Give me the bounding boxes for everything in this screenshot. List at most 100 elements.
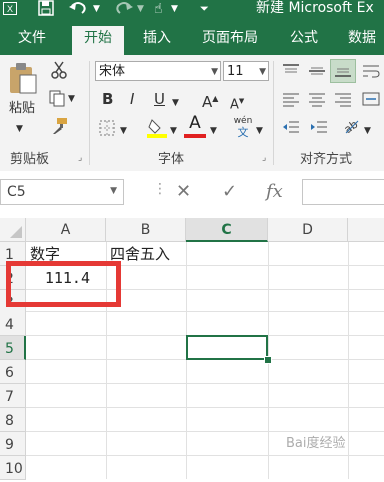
tab-home[interactable]: 开始: [72, 26, 124, 55]
font-color-dropdown-icon[interactable]: ▼: [210, 123, 217, 139]
save-icon[interactable]: [38, 0, 54, 18]
shrink-font-label: A: [230, 97, 239, 113]
orientation-dropdown-icon[interactable]: ▼: [364, 123, 371, 139]
tab-file[interactable]: 文件: [0, 24, 64, 55]
format-painter-icon[interactable]: [50, 117, 68, 140]
italic-button[interactable]: I: [130, 91, 134, 107]
font-color-swatch: [184, 134, 206, 138]
ribbon-tab-bar: 文件 开始 插入 页面布局 公式 数据: [0, 24, 384, 55]
decrease-indent-icon[interactable]: [282, 119, 300, 140]
row-header-8[interactable]: 8: [0, 408, 26, 432]
tab-data[interactable]: 数据: [340, 24, 384, 55]
borders-icon[interactable]: [98, 119, 116, 142]
name-box-dropdown-icon[interactable]: ▼: [110, 186, 117, 196]
undo-dropdown-icon[interactable]: ▼: [93, 0, 100, 18]
font-size-dropdown-icon[interactable]: ▼: [259, 62, 266, 82]
align-left-icon[interactable]: [282, 91, 300, 112]
title-bar: X ▼ ▼ ☝ ▼ ⏷ 新建 Microsoft Ex: [0, 0, 384, 24]
row-header-7[interactable]: 7: [0, 384, 26, 408]
redo-dropdown-icon[interactable]: ▼: [137, 0, 144, 18]
font-size-combo[interactable]: 11 ▼: [223, 61, 269, 81]
row-header-5[interactable]: 5: [0, 336, 26, 360]
column-header-d[interactable]: D: [268, 218, 348, 242]
touch-dropdown-icon[interactable]: ▼: [171, 0, 178, 18]
insert-function-button[interactable]: fx: [266, 181, 283, 202]
excel-logo-icon: X: [2, 0, 20, 18]
font-group-label: 字体: [158, 152, 185, 167]
column-header-a[interactable]: A: [26, 218, 106, 242]
group-separator: [273, 61, 274, 165]
paste-label[interactable]: 粘贴: [4, 101, 40, 117]
font-color-label: A: [189, 113, 201, 133]
font-size-value: 11: [227, 64, 244, 79]
undo-icon[interactable]: [68, 0, 90, 18]
align-center-icon[interactable]: [308, 91, 326, 112]
group-separator: [89, 61, 90, 165]
align-top-icon[interactable]: [282, 63, 300, 84]
column-header-e[interactable]: [348, 218, 384, 242]
tab-page-layout[interactable]: 页面布局: [190, 24, 270, 55]
active-cell-c5[interactable]: [186, 335, 268, 360]
font-color-button[interactable]: A: [184, 115, 206, 138]
phonetic-dropdown-icon[interactable]: ▼: [256, 123, 263, 139]
orientation-icon[interactable]: ab: [342, 117, 362, 140]
wrap-text-icon[interactable]: [362, 63, 380, 84]
font-name-value: 宋体: [99, 64, 126, 79]
cut-icon[interactable]: [50, 61, 68, 84]
align-bottom-icon: [335, 68, 351, 77]
worksheet-grid: A B C D 1 2 3 4 5 6 7 8 9 10 数字 四舍五入 111…: [0, 218, 384, 480]
fill-color-dropdown-icon[interactable]: ▼: [170, 123, 177, 139]
clipboard-launcher-icon[interactable]: ⌟: [78, 153, 82, 163]
name-box[interactable]: C5 ▼: [0, 179, 124, 205]
enter-icon[interactable]: ✓: [222, 181, 237, 202]
font-name-combo[interactable]: 宋体 ▼: [95, 61, 221, 81]
paste-icon: [10, 63, 37, 94]
bold-button[interactable]: B: [102, 91, 113, 107]
formula-bar-grip-icon: ⋮: [153, 181, 167, 197]
formula-input[interactable]: [302, 179, 384, 205]
row-header-4[interactable]: 4: [0, 312, 26, 336]
font-launcher-icon[interactable]: ⌟: [262, 153, 266, 163]
phonetic-guide-button[interactable]: wén 文: [232, 115, 254, 139]
row-header-9[interactable]: 9: [0, 432, 26, 456]
align-middle-icon[interactable]: [308, 63, 326, 84]
grow-font-button[interactable]: A▲: [202, 91, 218, 110]
select-all-corner[interactable]: [0, 218, 26, 242]
alignment-group-label: 对齐方式: [300, 152, 353, 167]
font-name-dropdown-icon[interactable]: ▼: [211, 62, 218, 82]
formula-bar: C5 ▼ ⋮ ✕ ✓ fx: [0, 171, 384, 213]
underline-button[interactable]: U: [154, 91, 165, 107]
customize-qat-icon[interactable]: ⏷: [200, 0, 209, 18]
document-title: 新建 Microsoft Ex: [256, 0, 374, 16]
row-header-10[interactable]: 10: [0, 456, 26, 480]
tab-formulas[interactable]: 公式: [280, 24, 328, 55]
paste-button[interactable]: [4, 61, 40, 100]
redo-icon[interactable]: [112, 0, 134, 18]
copy-icon[interactable]: [48, 89, 66, 112]
red-highlight-box: [6, 261, 121, 307]
tab-insert[interactable]: 插入: [133, 24, 181, 55]
column-header-b[interactable]: B: [106, 218, 186, 242]
svg-text:ab: ab: [342, 118, 360, 135]
baidu-watermark: Bai度经验: [286, 436, 346, 451]
fill-color-icon[interactable]: [146, 117, 168, 144]
merge-center-icon[interactable]: [362, 91, 380, 112]
increase-indent-icon[interactable]: [310, 119, 328, 140]
underline-dropdown-icon[interactable]: ▼: [172, 95, 179, 111]
align-bottom-button[interactable]: [330, 59, 356, 83]
touch-mode-icon[interactable]: ☝: [154, 0, 163, 18]
align-right-icon[interactable]: [334, 91, 352, 112]
cancel-icon[interactable]: ✕: [176, 181, 191, 202]
grow-font-label: A: [202, 93, 213, 111]
row-header-6[interactable]: 6: [0, 360, 26, 384]
clipboard-group-label: 剪贴板: [10, 152, 50, 167]
shrink-font-button[interactable]: A▼: [230, 93, 244, 113]
column-header-c[interactable]: C: [186, 218, 268, 242]
fill-handle[interactable]: [264, 356, 272, 364]
borders-dropdown-icon[interactable]: ▼: [120, 123, 127, 139]
copy-dropdown-icon[interactable]: ▼: [68, 91, 75, 107]
svg-text:X: X: [7, 4, 13, 14]
ribbon-home: 粘贴 ▼ ▼ 剪贴板 ⌟ 宋体 ▼ 11 ▼ B I U ▼ A▲ A▼ ▼ ▼…: [0, 55, 384, 172]
phonetic-bottom: 文: [237, 126, 249, 139]
paste-dropdown-icon[interactable]: ▼: [16, 121, 23, 137]
